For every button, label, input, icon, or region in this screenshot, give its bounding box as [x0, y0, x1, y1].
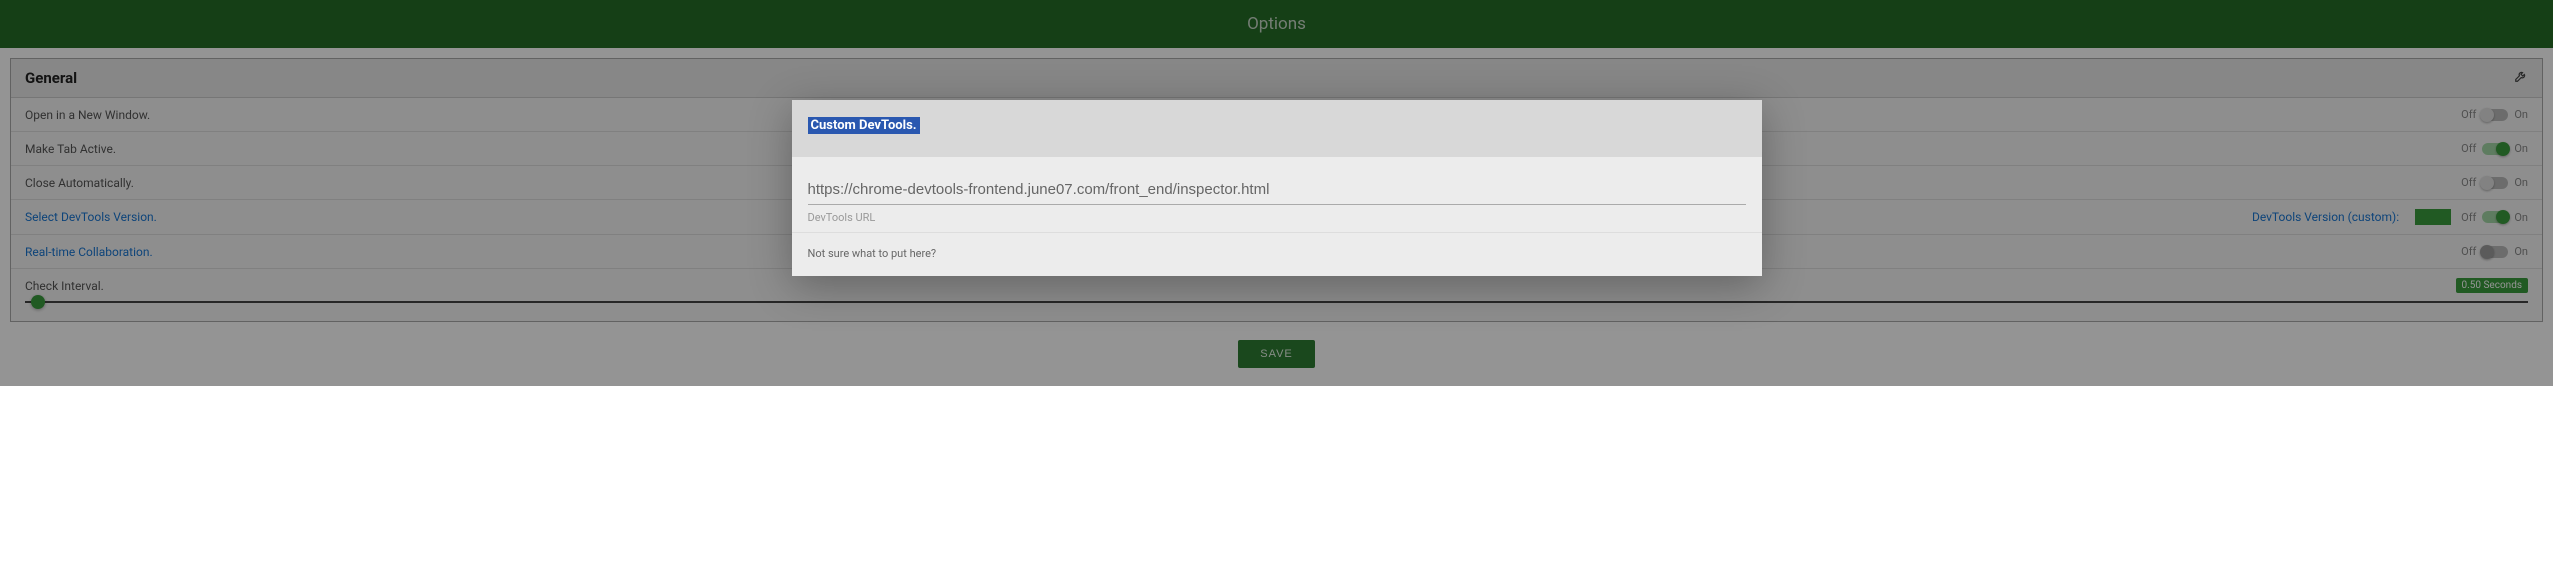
custom-devtools-modal: Custom DevTools. DevTools URL Not sure w…: [792, 100, 1762, 276]
toggle-open-new-window[interactable]: Off On: [2461, 108, 2528, 121]
row-check-interval: Check Interval. 0.50 Seconds: [11, 269, 2542, 321]
toggle-switch[interactable]: [2482, 211, 2508, 223]
toggle-switch[interactable]: [2482, 177, 2508, 189]
toggle-make-tab-active[interactable]: Off On: [2461, 142, 2528, 155]
row-label: Make Tab Active.: [25, 142, 116, 156]
version-badge: [2415, 209, 2451, 225]
section-header: General: [11, 59, 2542, 98]
toggle-select-devtools[interactable]: Off On: [2461, 211, 2528, 224]
off-label: Off: [2461, 142, 2476, 155]
modal-footer: Not sure what to put here?: [792, 232, 1762, 276]
modal-help-link[interactable]: Not sure what to put here?: [808, 247, 937, 260]
interval-slider[interactable]: [25, 301, 2528, 303]
row-label: Open in a New Window.: [25, 108, 150, 122]
modal-body: DevTools URL: [792, 157, 1762, 232]
save-row: SAVE: [0, 322, 2553, 386]
toggle-switch[interactable]: [2482, 143, 2508, 155]
devtools-url-label: DevTools URL: [808, 211, 1746, 224]
modal-title: Custom DevTools.: [808, 117, 920, 134]
wrench-icon[interactable]: [2514, 69, 2528, 87]
row-label-link[interactable]: Select DevTools Version.: [25, 210, 157, 224]
off-label: Off: [2461, 108, 2476, 121]
devtools-version-label[interactable]: DevTools Version (custom):: [2252, 210, 2399, 224]
toggle-switch[interactable]: [2482, 246, 2508, 258]
off-label: Off: [2461, 211, 2476, 224]
row-label-link[interactable]: Real-time Collaboration.: [25, 245, 153, 259]
on-label: On: [2514, 108, 2528, 121]
slider-thumb[interactable]: [31, 295, 45, 309]
off-label: Off: [2461, 245, 2476, 258]
toggle-realtime-collab[interactable]: Off On: [2461, 245, 2528, 258]
off-label: Off: [2461, 176, 2476, 189]
page-title: Options: [1247, 14, 1306, 34]
slider-label: Check Interval.: [25, 279, 104, 293]
on-label: On: [2514, 176, 2528, 189]
on-label: On: [2514, 245, 2528, 258]
on-label: On: [2514, 211, 2528, 224]
section-title: General: [25, 69, 77, 87]
page-header: Options: [0, 0, 2553, 48]
toggle-switch[interactable]: [2482, 109, 2508, 121]
on-label: On: [2514, 142, 2528, 155]
row-label: Close Automatically.: [25, 176, 134, 190]
toggle-close-automatically[interactable]: Off On: [2461, 176, 2528, 189]
modal-header: Custom DevTools.: [792, 100, 1762, 157]
devtools-url-input[interactable]: [808, 175, 1746, 205]
slider-badge: 0.50 Seconds: [2456, 278, 2528, 293]
save-button[interactable]: SAVE: [1238, 340, 1315, 368]
